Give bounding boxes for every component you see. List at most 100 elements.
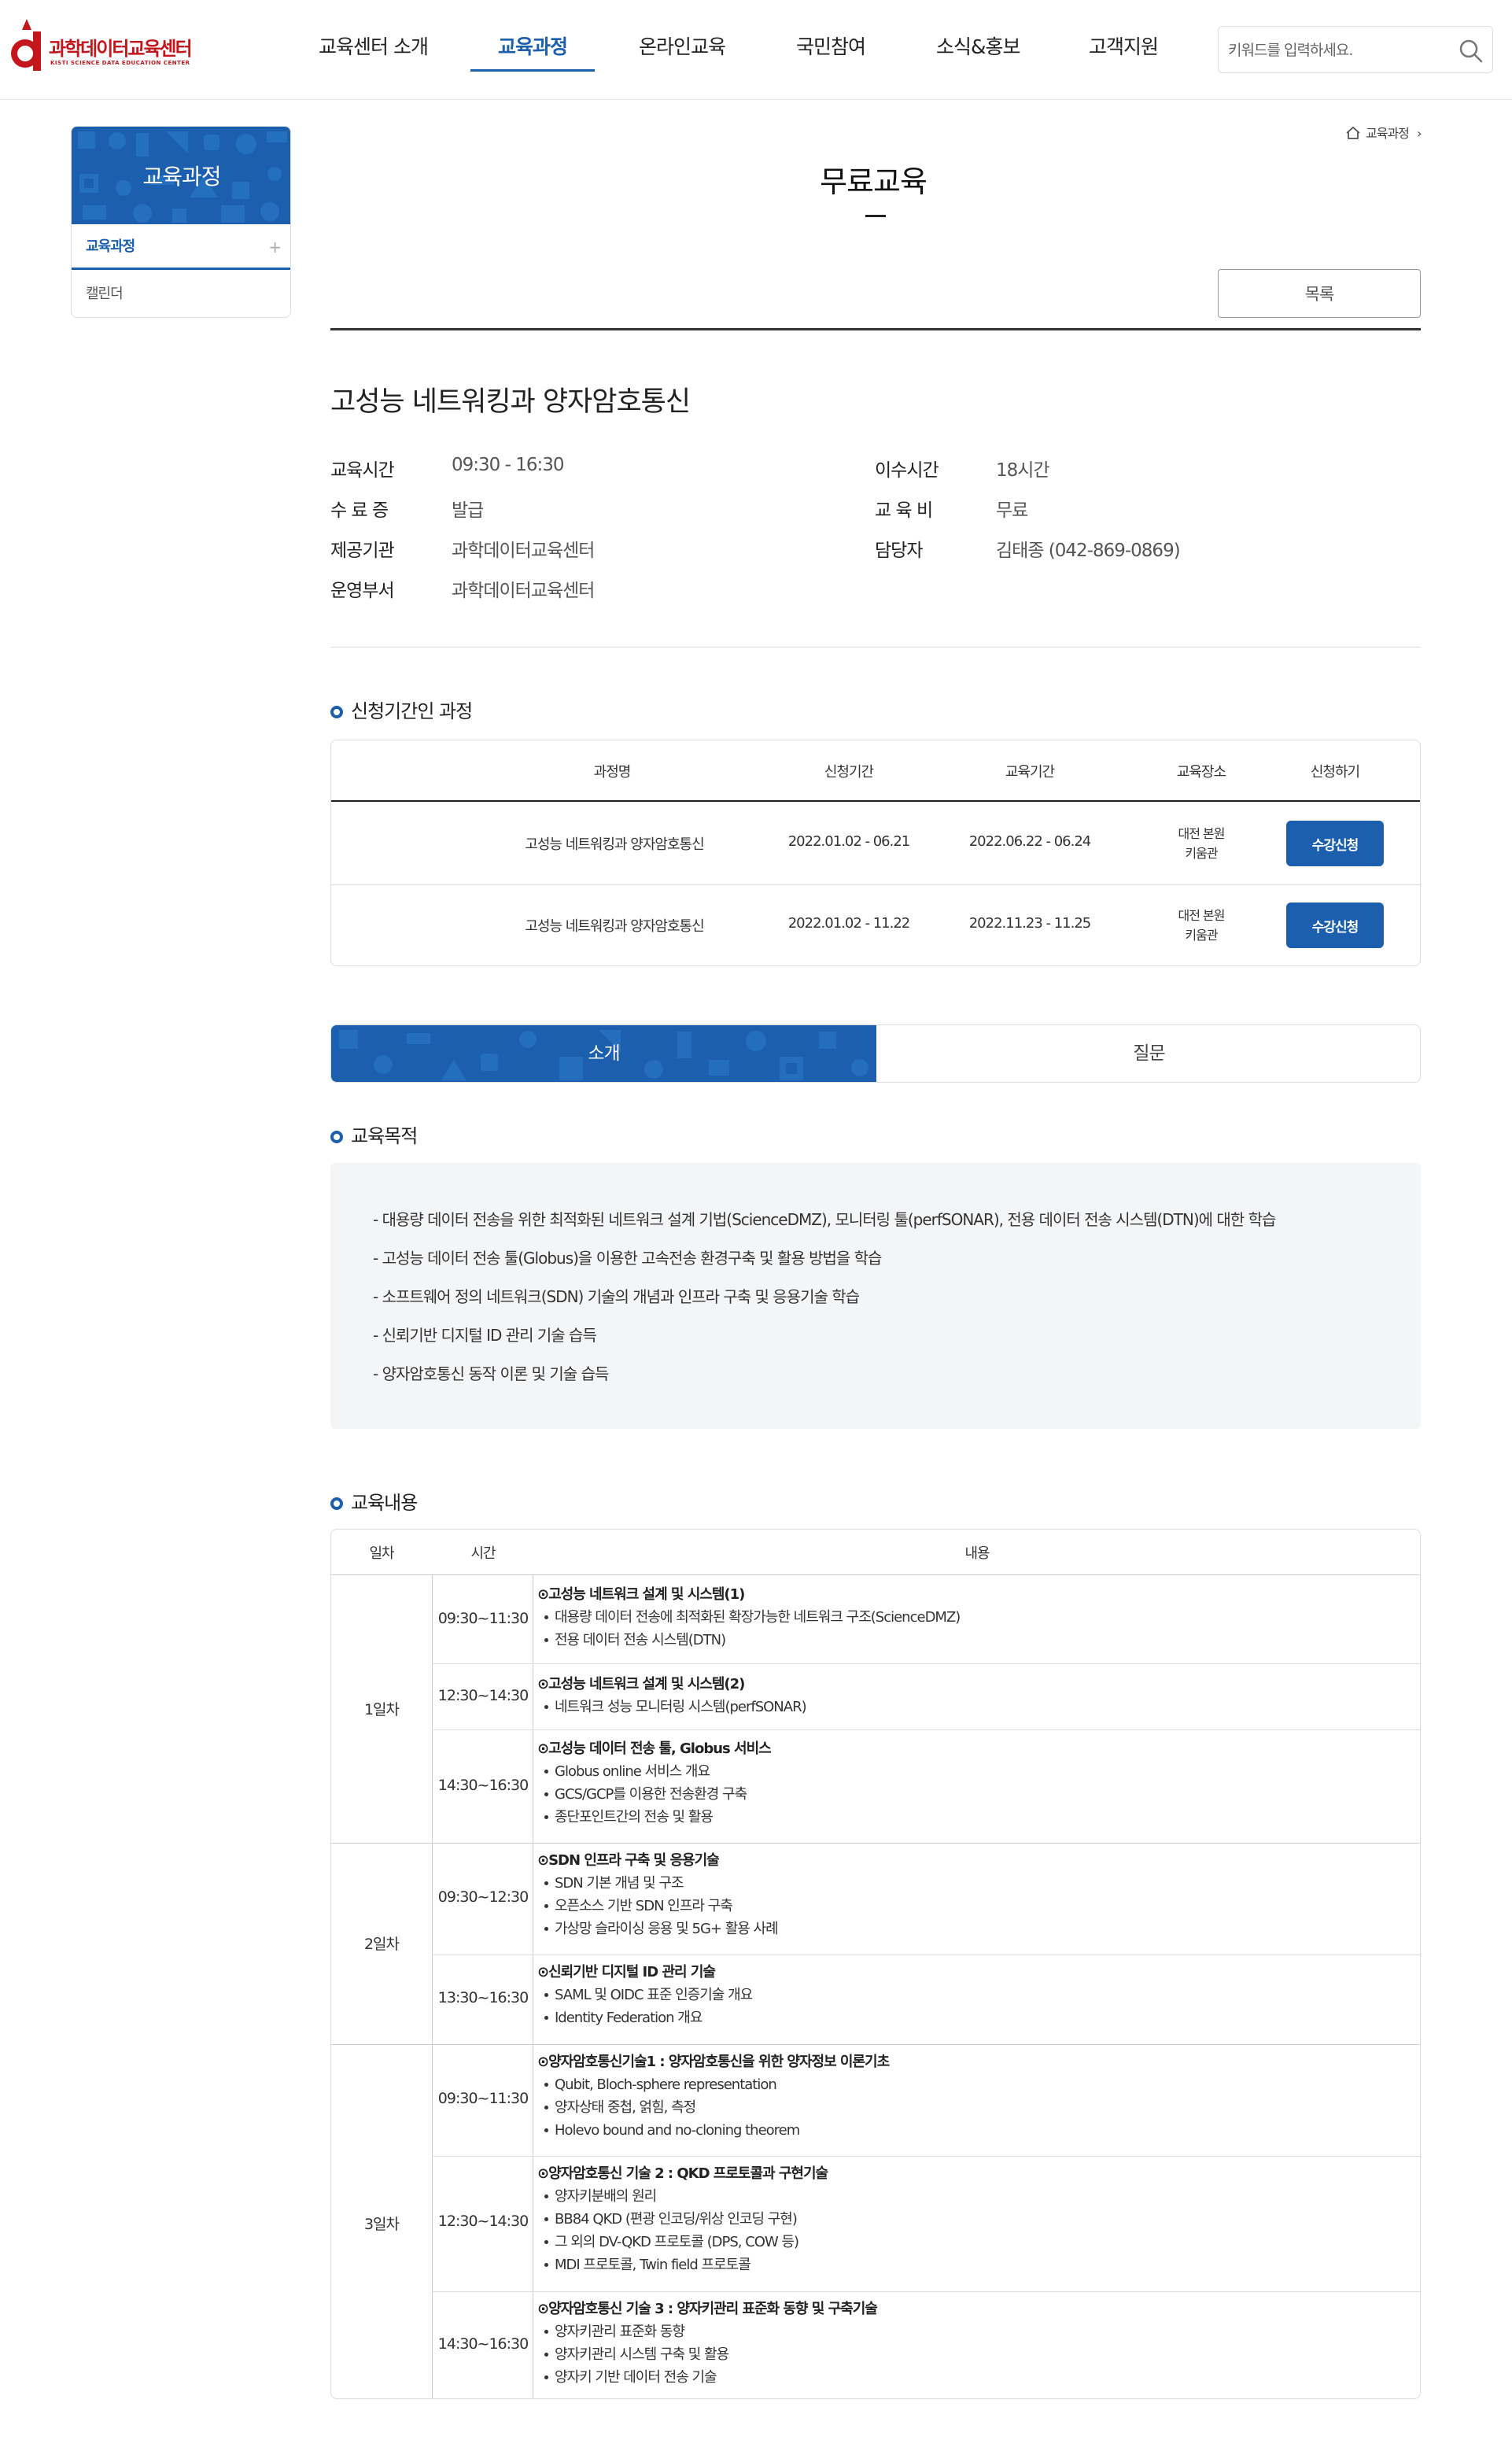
curriculum-section-title: 교육내용 xyxy=(330,1487,418,1515)
goal-item: - 고성능 데이터 전송 툴(Globus)을 이용한 고속전송 환경구축 및 … xyxy=(373,1249,882,1268)
session-content: ⊙양자암호통신기술1 : 양자암호통신을 위한 양자정보 이론기초 Qubit,… xyxy=(537,2050,1411,2142)
nav-public-participation[interactable]: 국민참여 xyxy=(796,31,866,71)
sidebar-item-label: 캘린더 xyxy=(86,286,124,302)
row-divider xyxy=(432,1954,1420,1955)
list-button[interactable]: 목록 xyxy=(1218,269,1421,318)
search-icon[interactable] xyxy=(1458,38,1484,65)
tab-label: 질문 xyxy=(1133,1043,1165,1064)
session-title: ⊙SDN 인프라 구축 및 응용기술 xyxy=(537,1852,720,1869)
session-time: 09:30~11:30 xyxy=(437,2090,529,2107)
tab-questions[interactable]: 질문 xyxy=(876,1025,1420,1082)
sidebar-item-courses[interactable]: 교육과정 + xyxy=(72,224,290,270)
session-bullet: GCS/GCP를 이용한 전송환경 구축 xyxy=(537,1783,1411,1806)
row-divider xyxy=(432,1729,1420,1730)
home-icon[interactable] xyxy=(1345,126,1361,140)
session-bullet: Qubit, Bloch-sphere representation xyxy=(537,2073,1411,2096)
tab-intro[interactable]: 소개 xyxy=(331,1025,876,1082)
session-time: 14:30~16:30 xyxy=(437,1777,529,1794)
info-value: 무료 xyxy=(996,500,1028,521)
bullet-circle-icon xyxy=(330,706,343,718)
nav-online-education[interactable]: 온라인교육 xyxy=(639,31,726,71)
day-divider xyxy=(331,2044,1420,2045)
day-label: 3일차 xyxy=(363,2216,400,2233)
info-value: 김태종 (042-869-0869) xyxy=(996,541,1181,561)
session-bullet: 네트워크 성능 모니터링 시스템(perfSONAR) xyxy=(537,1696,1411,1718)
info-label: 담당자 xyxy=(875,541,923,561)
section-title-text: 신청기간인 과정 xyxy=(351,700,473,722)
sidebar-item-label: 교육과정 xyxy=(86,238,135,255)
goal-section-title: 교육목적 xyxy=(330,1120,418,1148)
section-title-text: 교육내용 xyxy=(351,1492,418,1514)
search-box xyxy=(1218,26,1493,73)
row-divider xyxy=(432,2291,1420,2292)
session-time: 14:30~16:30 xyxy=(437,2335,529,2353)
session-bullet: 오픈소스 기반 SDN 인프라 구축 xyxy=(537,1895,1411,1918)
session-bullet: 종단포인트간의 전송 및 활용 xyxy=(537,1806,1411,1829)
session-bullet: 양자키관리 표준화 동향 xyxy=(537,2320,1411,2343)
info-value: 발급 xyxy=(452,500,484,521)
session-content: ⊙고성능 네트워크 설계 및 시스템(1) 대용량 데이터 전송에 최적화된 확… xyxy=(537,1583,1411,1652)
session-time: 13:30~16:30 xyxy=(437,1989,529,2006)
location-cell: 대전 본원 키움관 xyxy=(1154,824,1248,863)
session-time: 09:30~12:30 xyxy=(437,1888,529,1906)
table-row: 고성능 네트워킹과 양자암호통신 2022.01.02 - 11.22 2022… xyxy=(331,885,1420,965)
column-header: 교육기간 xyxy=(1005,764,1055,781)
apply-period-cell: 2022.01.02 - 06.21 xyxy=(787,833,911,850)
apply-period-cell: 2022.01.02 - 11.22 xyxy=(787,915,911,932)
nav-center-intro[interactable]: 교육센터 소개 xyxy=(319,31,429,71)
page-title: 무료교육 xyxy=(820,164,927,199)
column-header: 일차 xyxy=(369,1545,394,1562)
edu-period-cell: 2022.06.22 - 06.24 xyxy=(968,833,1092,850)
session-content: ⊙양자암호통신 기술 3 : 양자키관리 표준화 동향 및 구축기술 양자키관리… xyxy=(537,2298,1411,2389)
sidebar-title: 교육과정 xyxy=(142,164,221,190)
nav-news-promotion[interactable]: 소식&홍보 xyxy=(936,31,1020,71)
bullet-circle-icon xyxy=(330,1131,343,1143)
session-bullet: Holevo bound and no-cloning theorem xyxy=(537,2119,1411,2142)
goal-item: - 소프트웨어 정의 네트워크(SDN) 기술의 개념과 인프라 구축 및 응용… xyxy=(373,1287,860,1306)
day-label: 1일차 xyxy=(363,1701,400,1718)
session-time: 12:30~14:30 xyxy=(437,2213,529,2230)
session-bullet: BB84 QKD (편광 인코딩/위상 인코딩 구현) xyxy=(537,2208,1411,2231)
course-name-cell[interactable]: 고성능 네트워킹과 양자암호통신 xyxy=(473,833,756,854)
info-label: 교육시간 xyxy=(330,460,395,481)
session-bullet: 가상망 슬라이싱 응용 및 5G+ 활용 사례 xyxy=(537,1918,1411,1940)
location-line: 키움관 xyxy=(1185,928,1218,943)
table-header: 과정명 신청기간 교육기간 교육장소 신청하기 xyxy=(331,740,1420,802)
column-header: 교육장소 xyxy=(1176,764,1226,781)
info-value: 과학데이터교육센터 xyxy=(452,581,595,601)
search-input[interactable] xyxy=(1228,38,1448,63)
session-bullet: MDI 프로토콜, Twin field 프로토콜 xyxy=(537,2253,1411,2276)
logo-korean-text: 과학데이터교육센터 xyxy=(49,38,193,60)
session-bullet: 양자키분배의 원리 xyxy=(537,2185,1411,2208)
session-title: ⊙양자암호통신 기술 2 : QKD 프로토콜과 구현기술 xyxy=(537,2165,828,2182)
edu-period-cell: 2022.11.23 - 11.25 xyxy=(968,915,1092,932)
site-logo[interactable]: 과학데이터교육센터 KISTI SCIENCE DATA EDUCATION C… xyxy=(6,16,211,79)
info-label: 교 육 비 xyxy=(875,500,933,521)
nav-customer-support[interactable]: 고객지원 xyxy=(1089,31,1159,71)
row-divider xyxy=(432,1663,1420,1664)
expand-plus-icon[interactable]: + xyxy=(268,224,282,270)
session-content: ⊙SDN 인프라 구축 및 응용기술 SDN 기본 개념 및 구조 오픈소스 기… xyxy=(537,1849,1411,1940)
column-header: 내용 xyxy=(964,1545,990,1562)
session-title: ⊙양자암호통신 기술 3 : 양자키관리 표준화 동향 및 구축기술 xyxy=(537,2301,878,2317)
session-title: ⊙고성능 네트워크 설계 및 시스템(2) xyxy=(537,1676,745,1692)
session-content: ⊙고성능 네트워크 설계 및 시스템(2) 네트워크 성능 모니터링 시스템(p… xyxy=(537,1673,1411,1718)
column-header: 시간 xyxy=(470,1545,496,1562)
nav-courses[interactable]: 교육과정 xyxy=(498,31,568,71)
apply-section-title: 신청기간인 과정 xyxy=(330,696,473,723)
enroll-button[interactable]: 수강신청 xyxy=(1286,902,1384,948)
site-header: 과학데이터교육센터 KISTI SCIENCE DATA EDUCATION C… xyxy=(0,0,1512,100)
content-tabs: 소개 질문 xyxy=(330,1024,1421,1083)
enroll-button[interactable]: 수강신청 xyxy=(1286,821,1384,866)
table-row: 고성능 네트워킹과 양자암호통신 2022.01.02 - 06.21 2022… xyxy=(331,803,1420,885)
session-bullet: SDN 기본 개념 및 구조 xyxy=(537,1872,1411,1895)
logo-english-text: KISTI SCIENCE DATA EDUCATION CENTER xyxy=(50,60,190,66)
course-name: 고성능 네트워킹과 양자암호통신 xyxy=(330,386,691,418)
sidebar-item-calendar[interactable]: 캘린더 xyxy=(72,271,290,317)
session-bullet: 전용 데이터 전송 시스템(DTN) xyxy=(537,1629,1411,1652)
breadcrumb-current[interactable]: 교육과정 xyxy=(1366,126,1410,141)
goal-box: - 대용량 데이터 전송을 위한 최적화된 네트워크 설계 기법(Science… xyxy=(330,1163,1421,1429)
location-cell: 대전 본원 키움관 xyxy=(1154,906,1248,945)
column-divider xyxy=(432,1575,433,2398)
course-name-cell[interactable]: 고성능 네트워킹과 양자암호통신 xyxy=(473,915,756,936)
